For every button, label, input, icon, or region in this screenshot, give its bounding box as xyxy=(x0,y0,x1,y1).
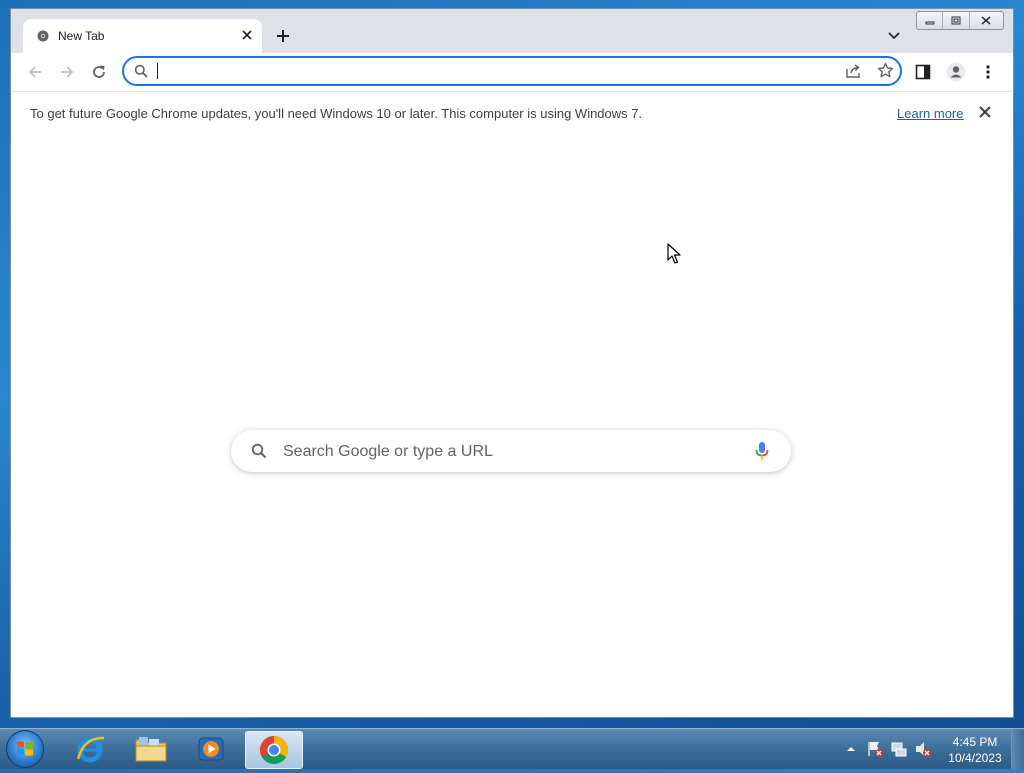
windows-logo-icon xyxy=(17,741,33,756)
profile-button[interactable] xyxy=(946,62,966,82)
new-tab-button[interactable] xyxy=(273,26,293,46)
text-caret xyxy=(157,63,158,79)
forward-button[interactable] xyxy=(57,62,77,82)
tab-title: New Tab xyxy=(58,29,105,43)
tab-new-tab[interactable]: New Tab xyxy=(23,19,262,53)
new-tab-page: Search Google or type a URL xyxy=(11,134,1013,717)
close-infobar-icon[interactable] xyxy=(978,105,992,119)
back-button[interactable] xyxy=(25,62,45,82)
taskbar-media-player[interactable] xyxy=(183,731,239,767)
action-center-flag-icon[interactable] xyxy=(866,740,884,758)
reload-icon xyxy=(93,65,105,78)
internet-explorer-icon xyxy=(76,736,105,763)
side-panel-icon xyxy=(915,64,931,80)
address-input[interactable] xyxy=(156,61,830,83)
menu-button[interactable] xyxy=(978,62,998,82)
share-icon[interactable] xyxy=(845,63,861,79)
show-desktop-button[interactable] xyxy=(1011,729,1024,769)
infobar-message: To get future Google Chrome updates, you… xyxy=(30,106,643,121)
taskbar-internet-explorer[interactable] xyxy=(62,731,118,767)
show-hidden-icons-icon[interactable] xyxy=(845,743,857,755)
reload-button[interactable] xyxy=(89,62,109,82)
file-explorer-icon xyxy=(135,737,167,762)
back-arrow-icon xyxy=(28,66,41,78)
mouse-cursor-icon xyxy=(667,243,681,264)
taskbar-chrome[interactable] xyxy=(245,731,303,769)
minimize-button[interactable] xyxy=(917,12,944,29)
network-icon[interactable] xyxy=(890,740,908,758)
taskbar-clock[interactable]: 4:45 PM 10/4/2023 xyxy=(945,734,1005,766)
forward-arrow-icon xyxy=(61,66,74,78)
start-button[interactable] xyxy=(6,730,44,768)
chrome-icon xyxy=(260,736,288,764)
ntp-search-box[interactable]: Search Google or type a URL xyxy=(231,430,791,472)
close-window-button[interactable] xyxy=(970,12,1003,29)
search-icon xyxy=(251,443,267,459)
voice-search-mic-icon[interactable] xyxy=(755,441,769,461)
media-player-icon xyxy=(198,737,224,761)
update-infobar: To get future Google Chrome updates, you… xyxy=(11,91,1013,135)
taskbar-file-explorer[interactable] xyxy=(123,731,179,767)
browser-toolbar xyxy=(11,53,1013,91)
window-controls xyxy=(916,11,1004,30)
clock-date: 10/4/2023 xyxy=(948,751,1002,765)
chrome-window: New Tab To get future Google Chrome upda… xyxy=(11,9,1013,717)
bookmark-star-icon[interactable] xyxy=(877,62,894,79)
windows-taskbar: 4:45 PM 10/4/2023 xyxy=(0,728,1024,769)
ntp-search-placeholder: Search Google or type a URL xyxy=(283,443,493,460)
learn-more-link[interactable]: Learn more xyxy=(897,106,963,121)
search-icon xyxy=(134,64,148,78)
side-panel-button[interactable] xyxy=(913,62,933,82)
kebab-menu-icon xyxy=(986,65,990,79)
tab-search-chevron-icon[interactable] xyxy=(886,28,902,44)
volume-muted-icon[interactable] xyxy=(914,740,932,758)
address-bar[interactable] xyxy=(122,56,902,86)
tab-strip: New Tab xyxy=(11,9,1013,53)
clock-time: 4:45 PM xyxy=(952,735,998,749)
profile-avatar-icon xyxy=(946,62,966,82)
tab-close-icon[interactable] xyxy=(239,27,255,43)
restore-button[interactable] xyxy=(943,12,970,29)
chrome-favicon-icon xyxy=(37,30,49,42)
